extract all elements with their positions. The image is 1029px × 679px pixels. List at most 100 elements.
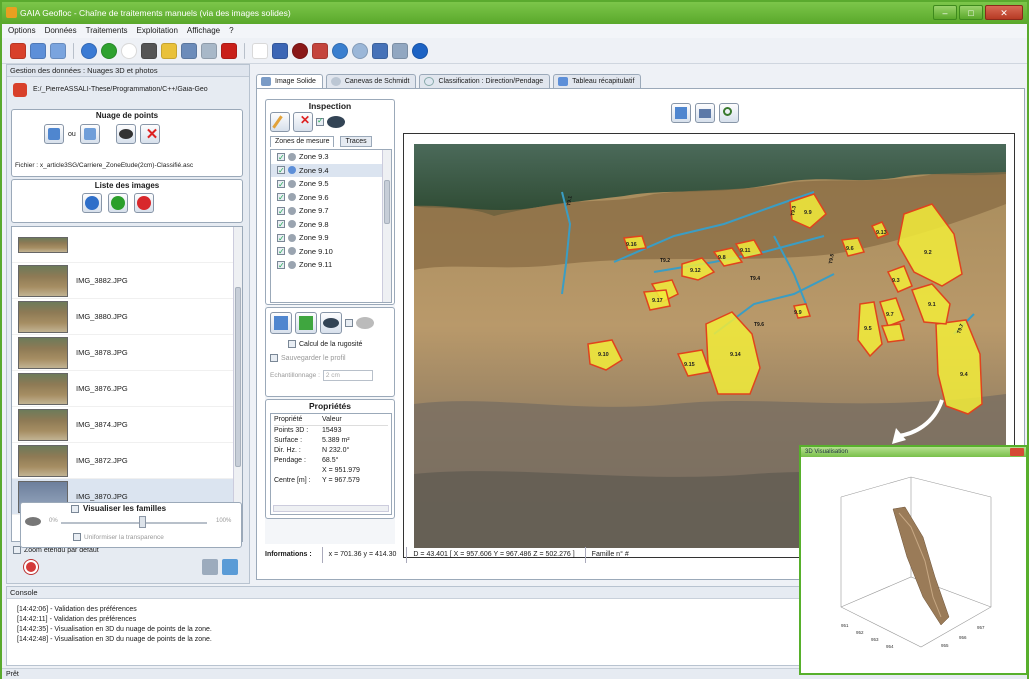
stop-icon[interactable] xyxy=(221,42,237,59)
popup-title: 3D Visualisation xyxy=(805,449,848,455)
menu-donnees[interactable]: Données xyxy=(45,24,77,38)
menu-affichage[interactable]: Affichage xyxy=(187,24,220,38)
camera-add-icon[interactable] xyxy=(181,42,197,59)
list-item[interactable]: IMG_3882.JPG xyxy=(12,263,242,299)
zoom-icon[interactable] xyxy=(352,42,368,59)
list-item[interactable]: IMG_3878.JPG xyxy=(12,335,242,371)
delete-zone-button[interactable]: ✕ xyxy=(293,112,313,132)
eye-icon[interactable] xyxy=(327,116,345,128)
minimize-button[interactable]: – xyxy=(933,5,957,20)
list-item[interactable]: Zone 9.10 xyxy=(271,245,391,259)
zone-label: 9.13 xyxy=(876,230,887,236)
print-button[interactable] xyxy=(695,103,715,123)
roughness-checkbox[interactable] xyxy=(288,340,296,348)
image-info-button[interactable] xyxy=(82,193,102,213)
zone-label: 9.9 xyxy=(794,310,802,316)
menu-options[interactable]: Options xyxy=(8,24,36,38)
list-item[interactable]: IMG_3876.JPG xyxy=(12,371,242,407)
axis-tick: 957 xyxy=(977,625,985,630)
scroll-thumb[interactable] xyxy=(235,287,241,467)
import-cloud-button[interactable] xyxy=(79,124,100,144)
view-3d-button[interactable] xyxy=(320,312,342,334)
save-profile-checkbox[interactable] xyxy=(270,354,278,362)
brush-icon[interactable] xyxy=(272,42,288,59)
list-item[interactable] xyxy=(12,227,242,263)
pencil-icon[interactable] xyxy=(161,42,177,59)
globe-icon[interactable] xyxy=(332,42,348,59)
delete-cloud-button[interactable]: ✕ xyxy=(139,124,160,144)
maximize-button[interactable]: □ xyxy=(959,5,983,20)
draw-icon[interactable] xyxy=(252,42,268,59)
help-icon[interactable] xyxy=(412,42,428,59)
transparency-slider[interactable] xyxy=(61,522,207,524)
properties-hscroll[interactable] xyxy=(273,505,389,512)
home-icon[interactable] xyxy=(10,42,26,59)
list-item[interactable]: Zone 9.3 xyxy=(271,150,391,164)
sampling-select[interactable]: 2 cm xyxy=(322,370,373,381)
path-label: E:/_PierreASSALI-These/Programmation/C++… xyxy=(33,86,208,93)
info-icon[interactable] xyxy=(81,42,97,59)
nuage-title: Nuage de points xyxy=(95,111,159,120)
tick-icon[interactable] xyxy=(312,42,328,59)
power-icon[interactable] xyxy=(24,560,38,574)
zoom-default-checkbox[interactable] xyxy=(13,546,21,554)
list-item[interactable]: Zone 9.8 xyxy=(271,218,391,232)
export-zone-button[interactable] xyxy=(295,312,317,334)
tab-classification[interactable]: Classification : Direction/Pendage xyxy=(419,74,551,88)
list-item[interactable]: Zone 9.11 xyxy=(271,258,391,272)
tab-tableau[interactable]: Tableau récapitulatif xyxy=(553,74,642,88)
add-icon[interactable] xyxy=(101,42,117,59)
list-item[interactable]: IMG_3874.JPG xyxy=(12,407,242,443)
3d-plot[interactable]: 951 952 953 954 955 956 957 xyxy=(801,457,1026,673)
image-list[interactable]: IMG_3882.JPG IMG_3880.JPG IMG_3878.JPG I… xyxy=(11,226,243,542)
open-cloud-button[interactable] xyxy=(44,124,64,144)
eye-icon[interactable] xyxy=(292,42,308,59)
image-list-scrollbar[interactable] xyxy=(233,227,242,541)
hand-icon[interactable] xyxy=(392,42,408,59)
window-icon[interactable] xyxy=(222,559,238,575)
open-cloud-icon[interactable] xyxy=(30,42,46,59)
zone-label: 9.14 xyxy=(730,352,742,358)
remove-image-button[interactable] xyxy=(134,193,154,213)
window-title: GAIA Geofloc - Chaîne de traitements man… xyxy=(20,8,291,18)
subtab-traces[interactable]: Traces xyxy=(340,136,372,147)
list-item-selected[interactable]: Zone 9.4 xyxy=(271,163,391,178)
3d-view-popup[interactable]: 3D Visualisation 951 952 953 954 955 956… xyxy=(799,445,1028,675)
nuage-group: Nuage de points ou ✕ Fichier : x_article… xyxy=(11,109,243,177)
draw-zone-button[interactable] xyxy=(270,112,290,132)
import-icon[interactable] xyxy=(50,42,66,59)
show-zones-checkbox[interactable] xyxy=(316,116,324,126)
menu-exploitation[interactable]: Exploitation xyxy=(137,24,178,38)
close-button[interactable]: ✕ xyxy=(985,5,1023,20)
subtab-zones[interactable]: Zones de mesure xyxy=(270,136,335,147)
popup-close-button[interactable] xyxy=(1010,448,1024,456)
profile-checkbox[interactable] xyxy=(345,319,353,327)
families-checkbox[interactable] xyxy=(71,504,79,513)
zoom-button[interactable] xyxy=(719,103,739,123)
list-item[interactable]: IMG_3880.JPG xyxy=(12,299,242,335)
slider-handle[interactable] xyxy=(139,516,146,528)
list-item[interactable]: Zone 9.7 xyxy=(271,204,391,218)
tab-canevas-schmidt[interactable]: Canevas de Schmidt xyxy=(325,74,417,88)
view-cloud-button[interactable] xyxy=(115,124,136,144)
tab-image-solide[interactable]: Image Solide xyxy=(256,74,323,88)
home-icon[interactable] xyxy=(13,83,27,97)
list-item[interactable]: Zone 9.6 xyxy=(271,191,391,205)
menu-traitements[interactable]: Traitements xyxy=(86,24,128,38)
layers-icon[interactable] xyxy=(201,42,217,59)
zone-list[interactable]: Zone 9.3 Zone 9.4 Zone 9.5 Zone 9.6 Zone… xyxy=(270,149,392,303)
edit-view-button[interactable] xyxy=(671,103,691,123)
arrow-icon[interactable] xyxy=(372,42,388,59)
edit-zone-button[interactable] xyxy=(270,312,292,334)
list-item[interactable]: IMG_3872.JPG xyxy=(12,443,242,479)
uniform-checkbox[interactable] xyxy=(73,533,81,541)
world-coords: D = 43.401 [ X = 957.606 Y = 967.486 Z =… xyxy=(406,547,575,563)
target-icon[interactable] xyxy=(121,42,137,59)
tools-icon[interactable] xyxy=(202,559,218,575)
zone-list-scrollbar[interactable] xyxy=(382,150,391,302)
add-image-button[interactable] xyxy=(108,193,128,213)
list-item[interactable]: Zone 9.9 xyxy=(271,231,391,245)
camera-icon[interactable] xyxy=(141,42,157,59)
list-item[interactable]: Zone 9.5 xyxy=(271,177,391,191)
menu-help[interactable]: ? xyxy=(229,24,233,38)
